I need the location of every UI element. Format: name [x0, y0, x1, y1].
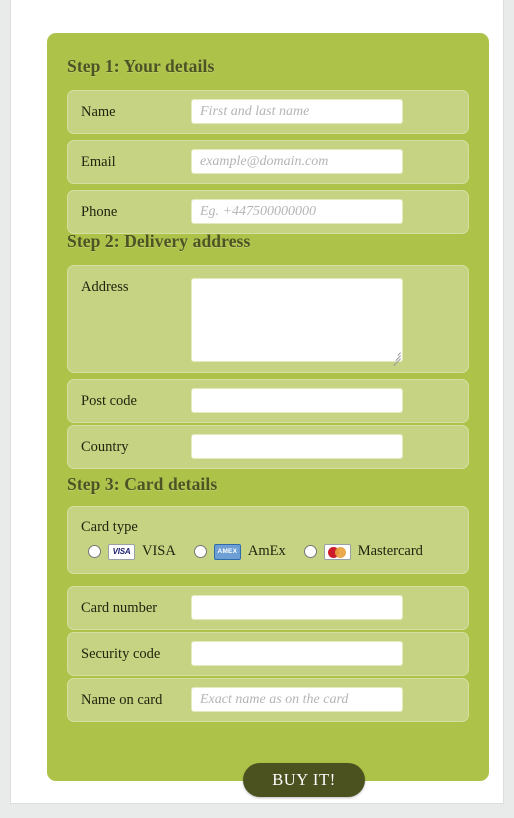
postcode-input[interactable] — [191, 388, 403, 413]
field-row-card-number: Card number — [67, 586, 469, 630]
card-type-label-mastercard: Mastercard — [357, 543, 423, 559]
buy-it-button[interactable]: BUY IT! — [243, 763, 365, 797]
card-type-label-visa: VISA — [142, 543, 176, 559]
country-label: Country — [81, 439, 129, 455]
card-number-input[interactable] — [191, 595, 403, 620]
field-row-postcode: Post code — [67, 379, 469, 423]
email-label: Email — [81, 154, 116, 170]
card-type-radio-amex[interactable] — [193, 545, 207, 558]
field-row-name-on-card: Name on card — [67, 678, 469, 722]
page-container: Step 1: Your details Name Email Phone St… — [11, 0, 503, 803]
field-row-phone: Phone — [67, 190, 469, 234]
country-input[interactable] — [191, 434, 403, 459]
field-row-security-code: Security code — [67, 632, 469, 676]
phone-label: Phone — [81, 204, 118, 220]
card-type-option-visa[interactable]: VISA VISA — [88, 543, 176, 560]
field-row-email: Email — [67, 140, 469, 184]
field-row-name: Name — [67, 90, 469, 134]
step-1-heading: Step 1: Your details — [67, 56, 215, 76]
email-input[interactable] — [191, 149, 403, 174]
card-type-option-mastercard[interactable]: Mastercard — [303, 543, 423, 560]
card-type-radio-mastercard[interactable] — [303, 545, 317, 558]
mastercard-logo-icon — [323, 543, 351, 560]
card-type-radio-visa[interactable] — [88, 545, 101, 558]
address-textarea[interactable] — [191, 278, 403, 362]
name-label: Name — [81, 104, 116, 120]
visa-logo-icon: VISA — [108, 543, 135, 560]
field-row-country: Country — [67, 425, 469, 469]
name-on-card-label: Name on card — [81, 692, 163, 708]
phone-input[interactable] — [191, 199, 403, 224]
amex-logo-text: AMEX — [217, 548, 238, 555]
name-on-card-input[interactable] — [191, 687, 403, 712]
security-code-input[interactable] — [191, 641, 403, 666]
card-type-radio-group: VISA VISA AMEX AmEx Mastercard — [88, 543, 441, 560]
field-row-card-type: Card type VISA VISA AMEX AmEx Mastercard — [67, 506, 469, 574]
security-code-label: Security code — [81, 646, 161, 662]
field-row-address: Address — [67, 265, 469, 373]
amex-logo-icon: AMEX — [213, 543, 241, 560]
card-type-label-amex: AmEx — [247, 543, 286, 559]
checkout-form: Step 1: Your details Name Email Phone St… — [47, 33, 489, 797]
address-label: Address — [81, 279, 129, 295]
name-input[interactable] — [191, 99, 403, 124]
visa-logo-text: VISA — [112, 547, 131, 556]
card-number-label: Card number — [81, 600, 158, 616]
card-type-label: Card type — [81, 519, 138, 535]
postcode-label: Post code — [81, 393, 137, 409]
step-2-heading: Step 2: Delivery address — [67, 231, 251, 251]
step-3-heading: Step 3: Card details — [67, 474, 218, 494]
card-type-option-amex[interactable]: AMEX AmEx — [193, 543, 286, 560]
